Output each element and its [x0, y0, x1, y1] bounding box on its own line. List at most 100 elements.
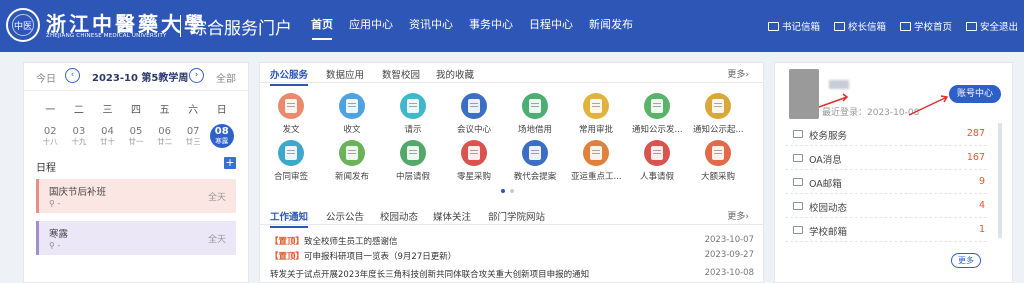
next-week-button[interactable]: ›: [189, 68, 204, 83]
day-cell[interactable]: 02 十八: [36, 126, 65, 148]
app-icon: [278, 93, 304, 119]
calendar-panel: 今日 ‹ 2023-10 第5教学周 › 全部 一 二 三 四 五 六 日 02…: [23, 62, 249, 283]
office-more-link[interactable]: 更多›: [727, 67, 749, 80]
document-icon: [346, 146, 358, 160]
app-icon: [339, 93, 365, 119]
app-item[interactable]: 亚运重点工...: [571, 140, 621, 182]
schedule-event[interactable]: 寒露 ⚲ - 全天: [36, 221, 236, 255]
app-icon: [522, 140, 548, 166]
list-item-label: OA邮箱: [809, 179, 842, 190]
app-item[interactable]: 场地借用: [510, 93, 560, 135]
day-cell[interactable]: 07 廿三: [179, 126, 208, 148]
app-icon: [339, 140, 365, 166]
tab-work-notices[interactable]: 工作通知: [270, 209, 309, 228]
notices-more-link[interactable]: 更多›: [727, 209, 749, 222]
mail-icon: [833, 21, 845, 31]
schedule-event[interactable]: 国庆节后补班 ⚲ - 全天: [36, 179, 236, 213]
carousel-dot[interactable]: [501, 189, 505, 193]
notice-item[interactable]: 【置顶】致全校师生员工的感谢信 2023-10-07: [270, 235, 754, 249]
app-label: 发文: [282, 125, 300, 135]
list-item[interactable]: OA消息 167: [785, 147, 987, 170]
tab-dept-websites[interactable]: 部门学院网站: [488, 209, 545, 223]
app-label: 合同审签: [273, 172, 308, 182]
day-number: 06: [158, 126, 171, 137]
day-cell[interactable]: 04 廿十: [93, 126, 122, 148]
today-button[interactable]: 今日: [36, 70, 56, 85]
secretary-mailbox-link[interactable]: 书记信箱: [767, 19, 820, 33]
nav-app-center[interactable]: 应用中心: [341, 0, 401, 52]
carousel-dots: [501, 189, 514, 193]
tab-smart-campus[interactable]: 数智校园: [382, 67, 420, 81]
logout-link[interactable]: 安全退出: [965, 19, 1018, 33]
tab-office-services[interactable]: 办公服务: [270, 67, 309, 86]
tab-my-favorites[interactable]: 我的收藏: [436, 67, 474, 81]
nav-news-publish[interactable]: 新闻发布: [581, 0, 641, 52]
list-item-label: 校园动态: [809, 203, 848, 214]
document-icon: [285, 146, 297, 160]
app-item[interactable]: 新闻发布: [327, 140, 377, 182]
prev-week-button[interactable]: ‹: [65, 68, 80, 83]
app-item[interactable]: 零星采购: [449, 140, 499, 182]
carousel-dot[interactable]: [510, 189, 514, 193]
app-item[interactable]: 通知公示发...: [632, 93, 682, 135]
list-item-count: 9: [978, 176, 985, 187]
list-item[interactable]: 校务服务 287: [785, 123, 987, 146]
app-item[interactable]: 会议中心: [449, 93, 499, 135]
add-schedule-button[interactable]: +: [224, 157, 236, 169]
president-mailbox-link[interactable]: 校长信箱: [833, 19, 886, 33]
school-home-link[interactable]: 学校首页: [899, 19, 952, 33]
document-icon: [590, 99, 602, 113]
list-item[interactable]: OA邮箱 9: [785, 171, 987, 194]
day-cell[interactable]: 06 廿二: [150, 126, 179, 148]
nav-schedule-center[interactable]: 日程中心: [521, 0, 581, 52]
day-cell[interactable]: 03 十九: [65, 126, 94, 148]
app-item[interactable]: 大额采购: [693, 140, 743, 182]
app-item[interactable]: 通知公示起...: [693, 93, 743, 135]
app-item[interactable]: 常用审批: [571, 93, 621, 135]
document-icon: [529, 99, 541, 113]
app-item[interactable]: 教代会提案: [510, 140, 560, 182]
tab-media-focus[interactable]: 媒体关注: [433, 209, 471, 223]
app-icon: [705, 140, 731, 166]
app-icon: [583, 140, 609, 166]
app-item[interactable]: 发文: [266, 93, 316, 135]
app-item[interactable]: 请示: [388, 93, 438, 135]
event-allday: 全天: [207, 235, 226, 245]
app-item[interactable]: 合同审签: [266, 140, 316, 182]
day-cell-today[interactable]: 08 寒露: [207, 124, 236, 148]
list-item-count: 287: [966, 128, 985, 139]
document-icon: [285, 99, 297, 113]
app-label: 人事请假: [639, 172, 674, 182]
nav-news-center[interactable]: 资讯中心: [401, 0, 461, 52]
app-item[interactable]: 收文: [327, 93, 377, 135]
app-label: 通知公示起...: [693, 125, 743, 135]
list-item[interactable]: 校园动态 4: [785, 195, 987, 218]
list-item-label: 学校邮箱: [809, 227, 848, 238]
nav-affairs-center[interactable]: 事务中心: [461, 0, 521, 52]
notice-item[interactable]: 【置顶】可申报科研项目一览表（9月27日更新） 2023-09-27: [270, 250, 754, 264]
day-row: 02 十八 03 十九 04 廿十 05 廿一 06 廿二 07 廿三 08 寒露: [36, 124, 236, 148]
weekday-label: 三: [102, 105, 113, 116]
document-icon: [407, 146, 419, 160]
user-more-button[interactable]: 更多: [951, 253, 981, 268]
event-location: ⚲ -: [49, 241, 61, 250]
list-scrollbar[interactable]: [998, 123, 1002, 238]
notice-title: 转发关于试点开展2023年度长三角科技创新共同体联合攻关重大创新项目申报的通知: [270, 270, 590, 280]
app-label: 亚运重点工...: [571, 172, 621, 182]
list-item-count: 167: [966, 152, 985, 163]
nav-home[interactable]: 首页: [303, 0, 341, 52]
tab-campus-news[interactable]: 校园动态: [380, 209, 418, 223]
secretary-mailbox-label: 书记信箱: [781, 22, 820, 33]
day-cell[interactable]: 05 廿一: [122, 126, 151, 148]
notice-item[interactable]: 转发关于试点开展2023年度长三角科技创新共同体联合攻关重大创新项目申报的通知 …: [270, 268, 754, 282]
app-item[interactable]: 中层请假: [388, 140, 438, 182]
document-icon: [712, 99, 724, 113]
app-item[interactable]: 人事请假: [632, 140, 682, 182]
pinned-tag: 【置顶】: [270, 252, 305, 262]
list-item[interactable]: 学校邮箱 1: [785, 219, 987, 242]
tab-data-apps[interactable]: 数据应用: [326, 67, 364, 81]
all-schedule-button[interactable]: 全部: [216, 70, 236, 85]
university-name-en: ZHEJIANG CHINESE MEDICAL UNIVERSITY: [46, 33, 167, 39]
document-icon: [590, 146, 602, 160]
tab-announcements[interactable]: 公示公告: [326, 209, 364, 223]
